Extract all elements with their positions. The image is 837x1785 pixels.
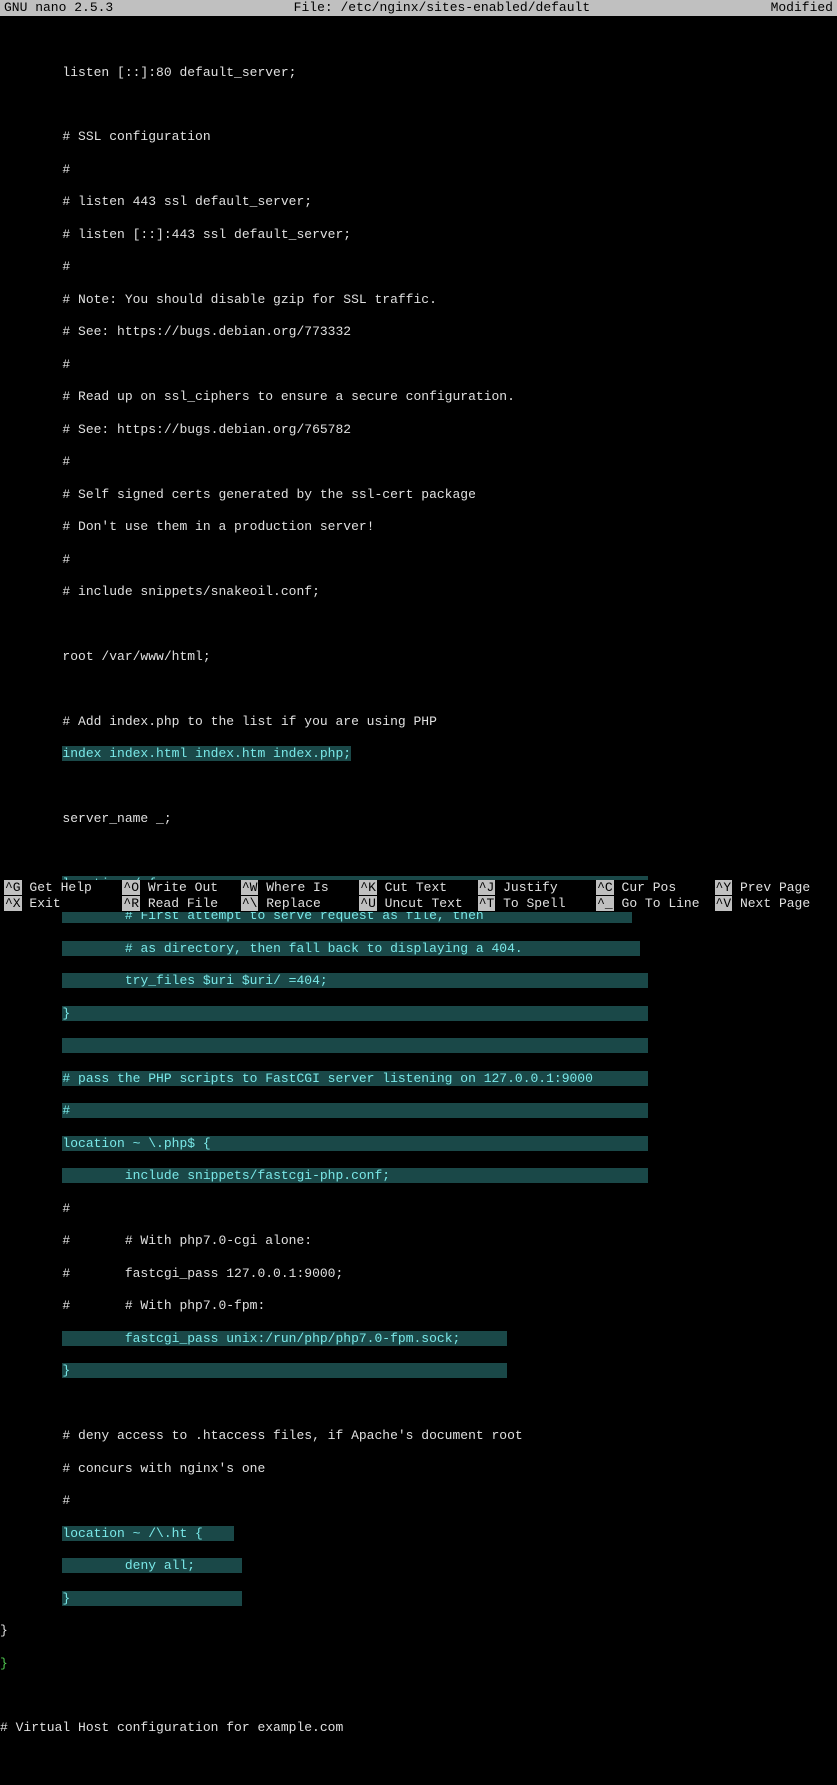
- shortcut-row-1: ^G Get Help ^O Write Out ^W Where Is ^K …: [4, 880, 833, 896]
- shortcut-cut-text[interactable]: ^K Cut Text: [359, 880, 477, 896]
- shortcut-read-file[interactable]: ^R Read File: [122, 896, 240, 912]
- title-bar: GNU nano 2.5.3 File: /etc/nginx/sites-en…: [0, 0, 837, 16]
- editor-line: # SSL configuration: [62, 129, 210, 144]
- editor-line: #: [62, 162, 70, 177]
- program-name: GNU nano 2.5.3: [4, 0, 113, 16]
- editor-line-highlighted: include snippets/fastcgi-php.conf;: [125, 1168, 390, 1183]
- editor-line: # include snippets/snakeoil.conf;: [62, 584, 319, 599]
- editor-line: #: [62, 357, 70, 372]
- shortcut-uncut-text[interactable]: ^U Uncut Text: [359, 896, 477, 912]
- shortcut-next-page[interactable]: ^V Next Page: [715, 896, 833, 912]
- editor-line: # listen 443 ssl default_server;: [62, 194, 312, 209]
- editor-line: # # With php7.0-fpm:: [62, 1298, 265, 1313]
- editor-line-highlighted: }: [62, 1006, 70, 1021]
- editor-line: # deny access to .htaccess files, if Apa…: [62, 1428, 522, 1443]
- shortcut-go-to-line[interactable]: ^_ Go To Line: [596, 896, 714, 912]
- editor-line: # Self signed certs generated by the ssl…: [62, 487, 475, 502]
- shortcut-write-out[interactable]: ^O Write Out: [122, 880, 240, 896]
- shortcut-get-help[interactable]: ^G Get Help: [4, 880, 122, 896]
- editor-line-highlighted: fastcgi_pass unix:/run/php/php7.0-fpm.so…: [125, 1331, 460, 1346]
- editor-line-highlighted: }: [62, 1363, 70, 1378]
- editor-line: root /var/www/html;: [62, 649, 210, 664]
- editor-line: # Note: You should disable gzip for SSL …: [62, 292, 436, 307]
- shortcut-cur-pos[interactable]: ^C Cur Pos: [596, 880, 714, 896]
- cursor-position: }: [0, 1656, 8, 1671]
- editor-line-highlighted: location ~ /\.ht {: [62, 1526, 202, 1541]
- editor-line: # Virtual Host configuration for example…: [0, 1720, 343, 1735]
- editor-line: # See: https://bugs.debian.org/765782: [62, 422, 351, 437]
- editor-line: # Don't use them in a production server!: [62, 519, 374, 534]
- shortcut-justify[interactable]: ^J Justify: [478, 880, 596, 896]
- shortcut-bar: ^G Get Help ^O Write Out ^W Where Is ^K …: [0, 880, 837, 913]
- shortcut-replace[interactable]: ^\ Replace: [241, 896, 359, 912]
- file-path: File: /etc/nginx/sites-enabled/default: [113, 0, 770, 16]
- editor-line: # Add index.php to the list if you are u…: [62, 714, 436, 729]
- editor-line-highlighted: index index.html index.htm index.php;: [62, 746, 351, 761]
- editor-line-highlighted: }: [62, 1591, 70, 1606]
- editor-line-highlighted: # pass the PHP scripts to FastCGI server…: [62, 1071, 593, 1086]
- shortcut-to-spell[interactable]: ^T To Spell: [478, 896, 596, 912]
- editor-line: #: [62, 1201, 70, 1216]
- editor-line: # See: https://bugs.debian.org/773332: [62, 324, 351, 339]
- editor-line: }: [0, 1623, 8, 1638]
- editor-line: #: [62, 259, 70, 274]
- modified-status: Modified: [771, 0, 833, 16]
- shortcut-where-is[interactable]: ^W Where Is: [241, 880, 359, 896]
- editor-line: # fastcgi_pass 127.0.0.1:9000;: [62, 1266, 343, 1281]
- editor-line: #: [62, 552, 70, 567]
- editor-line-highlighted: location ~ \.php$ {: [62, 1136, 210, 1151]
- shortcut-exit[interactable]: ^X Exit: [4, 896, 122, 912]
- editor-line: #: [62, 1493, 70, 1508]
- editor-line-highlighted: # as directory, then fall back to displa…: [125, 941, 523, 956]
- editor-line-highlighted: #: [62, 1103, 70, 1118]
- editor-line-highlighted: try_files $uri $uri/ =404;: [125, 973, 328, 988]
- editor-line: listen [::]:80 default_server;: [62, 65, 296, 80]
- shortcut-row-2: ^X Exit ^R Read File ^\ Replace ^U Uncut…: [4, 896, 833, 912]
- shortcut-prev-page[interactable]: ^Y Prev Page: [715, 880, 833, 896]
- editor-line: # Read up on ssl_ciphers to ensure a sec…: [62, 389, 514, 404]
- editor-line: #: [62, 454, 70, 469]
- editor-line: server_name _;: [62, 811, 171, 826]
- editor-line: # listen [::]:443 ssl default_server;: [62, 227, 351, 242]
- editor-line: # # With php7.0-cgi alone:: [62, 1233, 312, 1248]
- editor-line-highlighted: deny all;: [125, 1558, 195, 1573]
- editor-line: # concurs with nginx's one: [62, 1461, 265, 1476]
